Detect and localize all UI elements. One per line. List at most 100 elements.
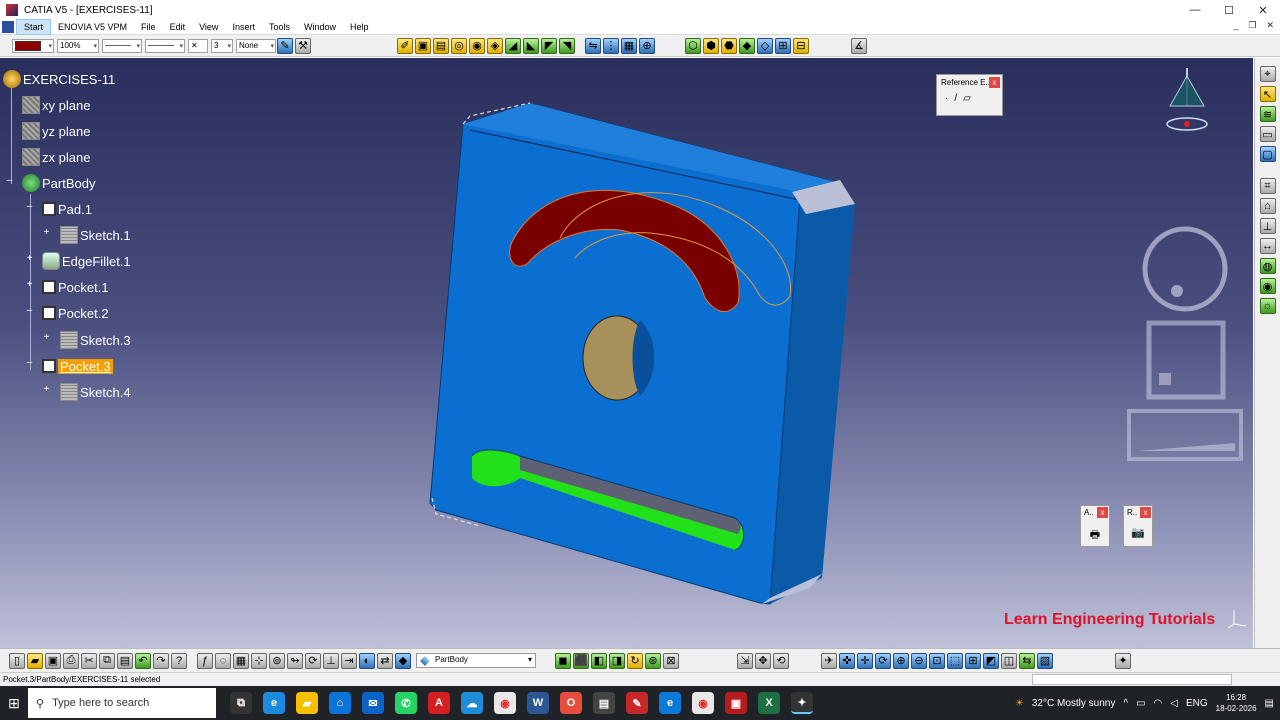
point-icon[interactable]: · [945,93,948,104]
compute-icon[interactable]: ⊚ [269,652,285,669]
camera-icon[interactable]: 📷 [1131,526,1145,539]
print-icon[interactable]: 🖶 [1090,526,1100,545]
panel-header[interactable]: A.. x [1081,506,1109,520]
grid-icon[interactable]: ▦ [621,37,637,54]
edge-browser-icon[interactable]: e [659,692,681,714]
chrome-icon[interactable]: ◉ [494,692,516,714]
close-button[interactable]: ✕ [1246,0,1280,20]
paste-icon[interactable]: ▤ [117,652,133,669]
panel-header[interactable]: R.. x [1124,506,1152,520]
volume-icon[interactable]: ◁ [1170,698,1178,709]
hide-show-icon[interactable]: ◐ [359,652,375,669]
tree-root[interactable]: EXERCISES-11 [3,68,115,90]
menu-start[interactable]: Start [16,19,52,35]
shaft-icon[interactable]: ◎ [451,37,467,54]
maximize-button[interactable]: ☐ [1212,0,1246,20]
word-icon[interactable]: W [527,692,549,714]
axis-system-icon[interactable]: ⊥ [323,652,339,669]
collapse-icon[interactable]: – [25,358,34,368]
point-symbol-select[interactable]: ✕ [188,38,208,53]
close-panel-button[interactable]: x [1097,507,1108,518]
formula-icon[interactable]: ƒ [197,652,213,669]
shading-icon[interactable]: ◧ [591,652,607,669]
tree-item-pad1[interactable]: Pad.1 [42,198,92,220]
3d-viewport[interactable]: EXERCISES-11 xy plane yz plane zx plane … [0,58,1253,648]
menu-edit[interactable]: Edit [163,20,193,34]
menu-file[interactable]: File [134,20,163,34]
split-icon[interactable]: ◆ [739,37,755,54]
annotation-icon[interactable]: ⌗ [1259,178,1276,194]
pan-handle-icon[interactable] [1159,373,1171,385]
lighting-icon[interactable]: ☼ [1259,298,1276,314]
properties-brush-icon[interactable]: ⚒ [295,37,311,54]
material-icon[interactable]: ◍ [1259,258,1276,274]
print-icon[interactable]: ⎙ [63,652,79,669]
boolean-remove-icon[interactable]: ⬢ [703,37,719,54]
fly-icon[interactable]: ✈ [821,652,837,669]
scale-icon[interactable]: ⊕ [639,37,655,54]
opera-icon[interactable]: O [560,692,582,714]
select-icon[interactable]: ✜ [839,652,855,669]
document-icon[interactable] [2,21,14,33]
layer-select[interactable]: None ▾ [236,38,276,53]
fillet-icon[interactable]: ◢ [505,37,521,54]
body-icon[interactable]: ◆ [395,652,411,669]
rotate-ring-icon[interactable] [1142,226,1228,312]
swap-space-icon[interactable]: ⇆ [1019,652,1035,669]
doc-close-button[interactable]: ✕ [1266,20,1274,31]
render-mini-toolbar[interactable]: R.. x 📷 [1123,505,1153,547]
close-panel-button[interactable]: x [989,77,1000,88]
hide-show-icon[interactable]: ◫ [1001,652,1017,669]
close-surface-icon[interactable]: ⊞ [775,37,791,54]
part-3d-model[interactable] [0,58,1253,648]
swap-visible-icon[interactable]: ⇄ [377,652,393,669]
app-icon[interactable]: ▤ [593,692,615,714]
new-file-icon[interactable]: ▯ [9,652,25,669]
copy-icon[interactable]: ⧉ [99,652,115,669]
select-icon[interactable]: ↖ [1259,86,1276,102]
acrobat-icon[interactable]: A [428,692,450,714]
collapse-icon[interactable]: – [25,306,34,316]
minimize-button[interactable]: — [1178,0,1212,20]
whatsapp-icon[interactable]: ✆ [395,692,417,714]
sketch-tools-icon[interactable]: ⊹ [251,652,267,669]
constraint-icon[interactable]: ⊥ [1259,218,1276,234]
line-thickness-select[interactable]: ▾ [102,38,142,53]
windows-start-icon[interactable]: ⊞ [0,686,28,720]
collapse-icon[interactable]: – [25,202,34,212]
painter-icon[interactable]: ✎ [277,37,293,54]
power-input-field[interactable] [1032,674,1232,685]
sew-surface-icon[interactable]: ⊟ [793,37,809,54]
pdf-reader-icon[interactable]: ✎ [626,692,648,714]
intersect-icon[interactable]: ⬣ [721,37,737,54]
shading-mode-icon[interactable]: ◩ [983,652,999,669]
wifi-icon[interactable]: ◠ [1154,698,1163,709]
fill-icon[interactable]: ⬛ [573,652,589,669]
rotate-handle-icon[interactable] [1171,285,1183,297]
menu-window[interactable]: Window [297,20,343,34]
pan-icon[interactable]: ✥ [755,652,771,669]
undo-icon[interactable]: ↶ [135,652,151,669]
store-icon[interactable]: ⌂ [329,692,351,714]
mirror-icon[interactable]: ⇋ [585,37,601,54]
compass-icon[interactable] [1160,66,1220,136]
sketcher-icon[interactable]: ✐ [397,37,413,54]
tree-item-pocket3[interactable]: Pocket.3 [42,355,113,377]
menu-tools[interactable]: Tools [262,20,297,34]
tree-item-yz-plane[interactable]: yz plane [22,120,90,142]
render-style-icon[interactable]: ▨ [1037,652,1053,669]
zoom-out-icon[interactable]: ⊖ [911,652,927,669]
tree-item-pocket1[interactable]: Pocket.1 [42,276,109,298]
line-type-select[interactable]: ▾ [145,38,185,53]
zoom-in-icon[interactable]: ⊕ [893,652,909,669]
multi-view-icon[interactable]: ⊞ [965,652,981,669]
color-picker[interactable]: ▾ [12,38,54,53]
render-icon[interactable]: ◉ [1259,278,1276,294]
tree-item-pocket2[interactable]: Pocket.2 [42,302,109,324]
chrome-profile-icon[interactable]: ◉ [692,692,714,714]
doc-restore-button[interactable]: ❐ [1248,20,1256,31]
expand-icon[interactable]: + [25,254,34,264]
task-view-icon[interactable]: ⧉ [230,692,252,714]
rotate-view-icon[interactable]: ⟲ [773,652,789,669]
transparency-select[interactable]: 100% ▾ [57,38,99,53]
